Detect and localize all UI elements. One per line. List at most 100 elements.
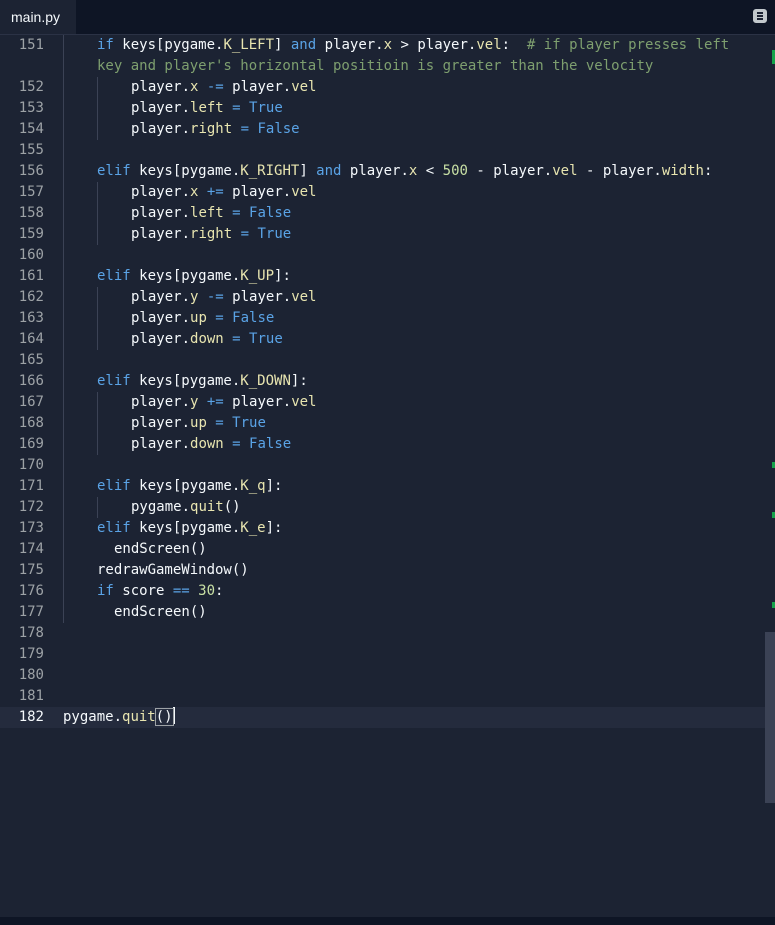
code-token: = [223,331,250,347]
code-line[interactable]: 178 [0,623,765,644]
code-token: elif [97,520,131,536]
code-token: = [223,436,250,452]
text-cursor [172,707,175,724]
code-token: : [215,583,224,599]
code-token: False [249,436,292,452]
code-line[interactable]: 168 player.up = True [0,413,765,434]
code-token: () [154,708,174,726]
code-token: score [113,583,173,599]
code-token: -= [198,79,233,95]
code-token: player. [131,100,191,116]
code-token: pygame. [131,499,191,515]
indent-guide [63,203,64,224]
code-line[interactable]: 174 endScreen() [0,539,765,560]
code-line[interactable]: 176 if score == 30: [0,581,765,602]
indent-guide [63,497,64,518]
indent-guide [63,308,64,329]
code-line[interactable]: 173 elif keys[pygame.K_e]: [0,518,765,539]
code-token: = [223,205,250,221]
code-token: keys[pygame. [130,520,241,536]
line-number: 182 [18,709,44,725]
code-token: left [190,205,224,221]
line-number: 153 [18,100,44,116]
code-token: keys[pygame. [130,478,241,494]
code-token: < [417,163,443,179]
code-token: up [190,415,207,431]
scrollbar-thumb[interactable] [765,632,775,803]
code-line[interactable]: 157 player.x += player.vel [0,182,765,203]
code-token: elif [97,268,131,284]
code-line[interactable]: 167 player.y += player.vel [0,392,765,413]
code-editor[interactable]: 151 if keys[pygame.K_LEFT] and player.x >… [0,35,765,917]
code-line[interactable]: 179 [0,644,765,665]
indent-guide [63,413,64,434]
code-line[interactable]: 165 [0,350,765,371]
code-line[interactable]: 158 player.left = False [0,203,765,224]
code-line[interactable]: 155 [0,140,765,161]
code-line[interactable]: 177 endScreen() [0,602,765,623]
code-token: width [661,163,704,179]
line-number: 176 [18,583,44,599]
line-number: 164 [18,331,44,347]
tab-main-py[interactable]: main.py [0,0,76,34]
indent-guide [63,98,64,119]
code-token: pygame. [63,709,123,725]
code-token: right [190,121,233,137]
code-line[interactable]: 170 [0,455,765,476]
code-line[interactable]: 166 elif keys[pygame.K_DOWN]: [0,371,765,392]
code-line[interactable]: 161 elif keys[pygame.K_UP]: [0,266,765,287]
code-line[interactable]: 156 elif keys[pygame.K_RIGHT] and player.… [0,161,765,182]
code-line[interactable]: key and player's horizontal positioin is… [0,56,765,77]
line-number: 159 [18,226,44,242]
code-text: player.right = True [131,224,291,245]
code-line[interactable]: 152 player.x -= player.vel [0,77,765,98]
code-line[interactable]: 160 [0,245,765,266]
code-token: False [257,121,300,137]
code-line[interactable]: 154 player.right = False [0,119,765,140]
indent-guide [63,371,64,392]
indent-guide [63,560,64,581]
code-token: K_q [240,478,266,494]
code-token: and [316,163,342,179]
code-token: keys[pygame. [130,268,241,284]
line-number: 156 [18,163,44,179]
indent-guide [97,392,98,413]
code-token: 500 [442,163,468,179]
indent-guide [97,497,98,518]
code-token: : [299,373,308,389]
code-token: = [206,310,233,326]
indent-guide [63,287,64,308]
line-number: 166 [18,373,44,389]
code-text: player.up = False [131,308,274,329]
line-number: 178 [18,625,44,641]
code-line[interactable]: 169 player.down = False [0,434,765,455]
code-line[interactable]: 162 player.y -= player.vel [0,287,765,308]
line-number: 162 [18,289,44,305]
code-line[interactable]: 153 player.left = True [0,98,765,119]
code-text: elif keys[pygame.K_UP]: [97,266,291,287]
indent-guide [63,329,64,350]
code-line[interactable]: 182 pygame.quit() [0,707,765,728]
line-number: 168 [18,415,44,431]
code-token: ] [265,478,275,494]
code-line[interactable]: 175 redrawGameWindow() [0,560,765,581]
code-token: = [223,100,250,116]
indent-guide [63,539,64,560]
code-text: player.x -= player.vel [131,77,316,98]
code-token: player. [131,184,191,200]
code-token: : [274,520,283,536]
code-line[interactable]: 181 [0,686,765,707]
code-token: K_UP [240,268,275,284]
code-line[interactable]: 171 elif keys[pygame.K_q]: [0,476,765,497]
code-token: player. [316,37,384,53]
code-line[interactable]: 164 player.down = True [0,329,765,350]
list-icon[interactable] [753,9,767,23]
code-token: player. [232,289,292,305]
code-line[interactable]: 151 if keys[pygame.K_LEFT] and player.x >… [0,35,765,56]
code-line[interactable]: 180 [0,665,765,686]
vertical-scrollbar[interactable] [765,35,775,917]
code-line[interactable]: 172 pygame.quit() [0,497,765,518]
code-line[interactable]: 159 player.right = True [0,224,765,245]
code-line[interactable]: 163 player.up = False [0,308,765,329]
